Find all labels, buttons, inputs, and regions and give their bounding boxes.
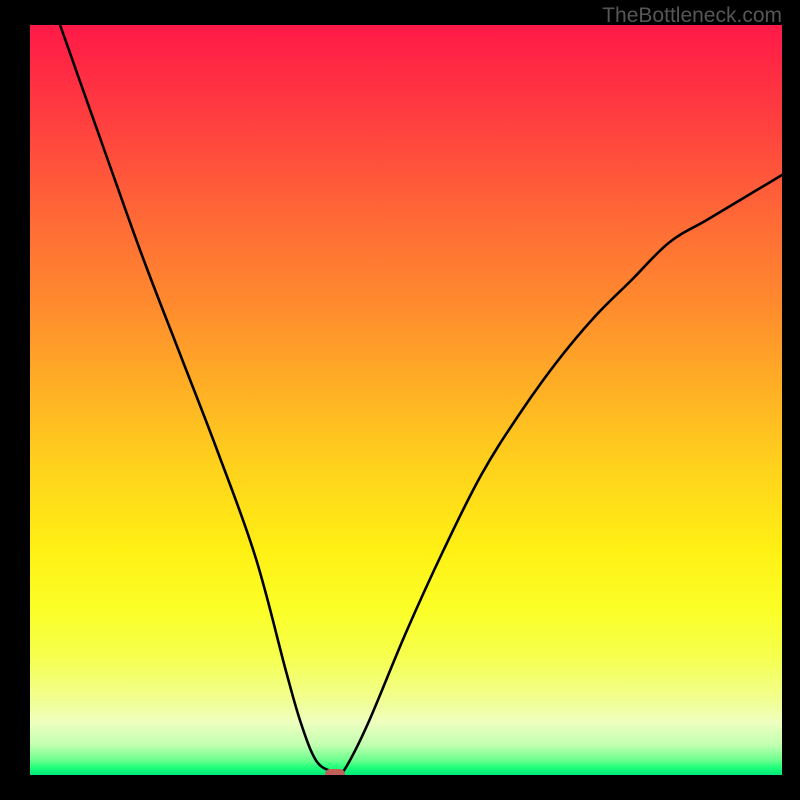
bottleneck-curve bbox=[30, 25, 782, 775]
chart-plot-area bbox=[30, 25, 782, 775]
minimum-marker bbox=[325, 769, 345, 776]
watermark-text: TheBottleneck.com bbox=[602, 4, 782, 28]
